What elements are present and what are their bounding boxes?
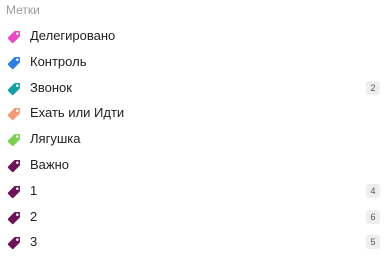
tag-count-badge: 5: [366, 235, 380, 250]
tag-label: Важно: [30, 156, 70, 172]
tag-icon: [6, 53, 24, 71]
tag-item-control[interactable]: Контроль: [0, 49, 388, 75]
tag-icon: [6, 27, 24, 45]
tag-count-badge: 2: [366, 80, 380, 95]
tag-label: Лягушка: [30, 131, 81, 147]
tag-item-1[interactable]: 1 4: [0, 178, 388, 204]
tags-panel: Метки Делегировано Контроль Звонок 2 Еха…: [0, 0, 388, 265]
tag-icon: [6, 79, 24, 97]
tag-item-frog[interactable]: Лягушка: [0, 126, 388, 152]
tag-item-3[interactable]: 3 5: [0, 229, 388, 255]
tag-item-call[interactable]: Звонок 2: [0, 75, 388, 101]
tag-icon: [6, 156, 24, 174]
tag-icon: [6, 182, 24, 200]
tag-label: Контроль: [30, 53, 87, 69]
tag-icon: [6, 130, 24, 148]
tag-icon: [6, 104, 24, 122]
tag-label: 2: [30, 208, 38, 224]
tag-label: Звонок: [30, 79, 72, 95]
section-title: Метки: [6, 3, 40, 17]
tag-icon: [6, 233, 24, 251]
tag-count-badge: 4: [366, 183, 380, 198]
tag-list: Делегировано Контроль Звонок 2 Ехать или…: [0, 23, 388, 255]
tag-label: 1: [30, 182, 38, 198]
tag-item-2[interactable]: 2 6: [0, 204, 388, 230]
tag-label: 3: [30, 234, 38, 250]
tag-label: Ехать или Идти: [30, 105, 125, 121]
tag-item-delegated[interactable]: Делегировано: [0, 23, 388, 49]
tag-item-errand[interactable]: Ехать или Идти: [0, 100, 388, 126]
tag-count-badge: 6: [366, 209, 380, 224]
tag-icon: [6, 208, 24, 226]
tag-item-important[interactable]: Важно: [0, 152, 388, 178]
tag-label: Делегировано: [30, 28, 116, 43]
